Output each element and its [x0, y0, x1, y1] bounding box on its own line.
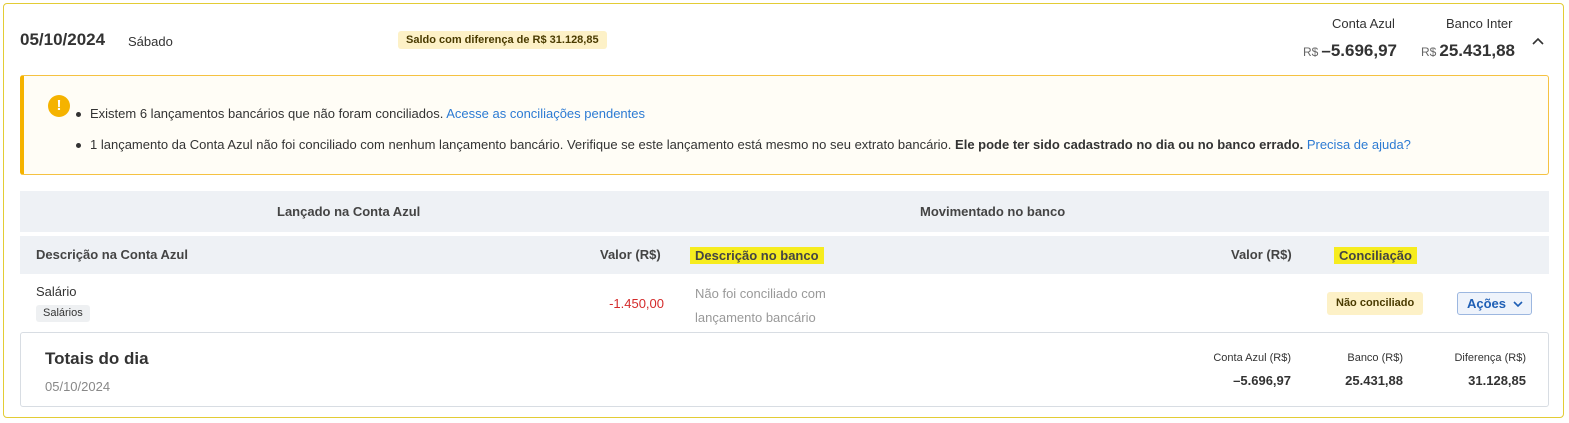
- totals-value-conta-azul: –5.696,97: [1233, 373, 1291, 388]
- difference-badge: Saldo com diferença de R$ 31.128,85: [398, 31, 607, 49]
- currency-label: R$: [1303, 45, 1319, 59]
- col-valor-conta-azul: Valor (R$): [600, 247, 661, 262]
- day-totals: Totais do dia 05/10/2024 Conta Azul (R$)…: [20, 332, 1549, 407]
- help-link[interactable]: Precisa de ajuda?: [1307, 137, 1411, 152]
- balance-label-conta-azul: Conta Azul: [1332, 16, 1395, 31]
- exclamation-icon: !: [48, 95, 70, 117]
- column-header: Descrição na Conta Azul Valor (R$) Descr…: [20, 236, 1549, 274]
- currency-label: R$: [1421, 45, 1437, 59]
- row-bank-description: Não foi conciliado com lançamento bancár…: [695, 286, 826, 325]
- group-header-conta-azul: Lançado na Conta Azul: [277, 204, 421, 219]
- actions-dropdown-button[interactable]: Ações: [1457, 292, 1532, 315]
- col-desc-conta-azul: Descrição na Conta Azul: [36, 247, 188, 262]
- balance-value-banco-inter: R$ 25.431,88: [1421, 41, 1515, 60]
- pending-reconciliations-link[interactable]: Acesse as conciliações pendentes: [446, 106, 645, 121]
- day-date: 05/10/2024: [20, 30, 106, 49]
- alert-item-unreconciled-bank: Existem 6 lançamentos bancários que não …: [76, 106, 645, 121]
- day-weekday: Sábado: [128, 34, 173, 49]
- warning-alert: ! Existem 6 lançamentos bancários que nã…: [20, 75, 1549, 175]
- totals-date: 05/10/2024: [45, 379, 111, 394]
- group-header-banco: Movimentado no banco: [920, 204, 1066, 219]
- totals-title: Totais do dia: [45, 349, 149, 368]
- totals-label-conta-azul: Conta Azul (R$): [1213, 352, 1291, 364]
- group-header: Lançado na Conta Azul Movimentado no ban…: [20, 191, 1549, 232]
- col-conciliacao: Conciliação: [1334, 247, 1417, 264]
- totals-value-diferenca: 31.128,85: [1468, 373, 1526, 388]
- row-description: Salário: [36, 284, 77, 299]
- col-desc-banco: Descrição no banco: [690, 247, 824, 264]
- chevron-up-icon[interactable]: [1531, 34, 1545, 48]
- chevron-down-icon: [1513, 301, 1523, 308]
- totals-label-diferenca: Diferença (R$): [1454, 352, 1526, 364]
- balance-label-banco-inter: Banco Inter: [1446, 16, 1513, 31]
- balance-value-conta-azul: R$ –5.696,97: [1303, 41, 1397, 60]
- table-row: Salário Salários -1.450,00 Não foi conci…: [20, 274, 1549, 332]
- status-badge: Não conciliado: [1327, 292, 1424, 315]
- alert-item-unreconciled-conta-azul: 1 lançamento da Conta Azul não foi conci…: [76, 137, 1411, 152]
- totals-value-banco: 25.431,88: [1345, 373, 1403, 388]
- totals-label-banco: Banco (R$): [1347, 352, 1403, 364]
- row-value: -1.450,00: [609, 296, 664, 311]
- day-reconciliation-card: 05/10/2024 Sábado Saldo com diferença de…: [3, 3, 1564, 418]
- category-tag: Salários: [36, 305, 90, 322]
- col-valor-banco: Valor (R$): [1231, 247, 1292, 262]
